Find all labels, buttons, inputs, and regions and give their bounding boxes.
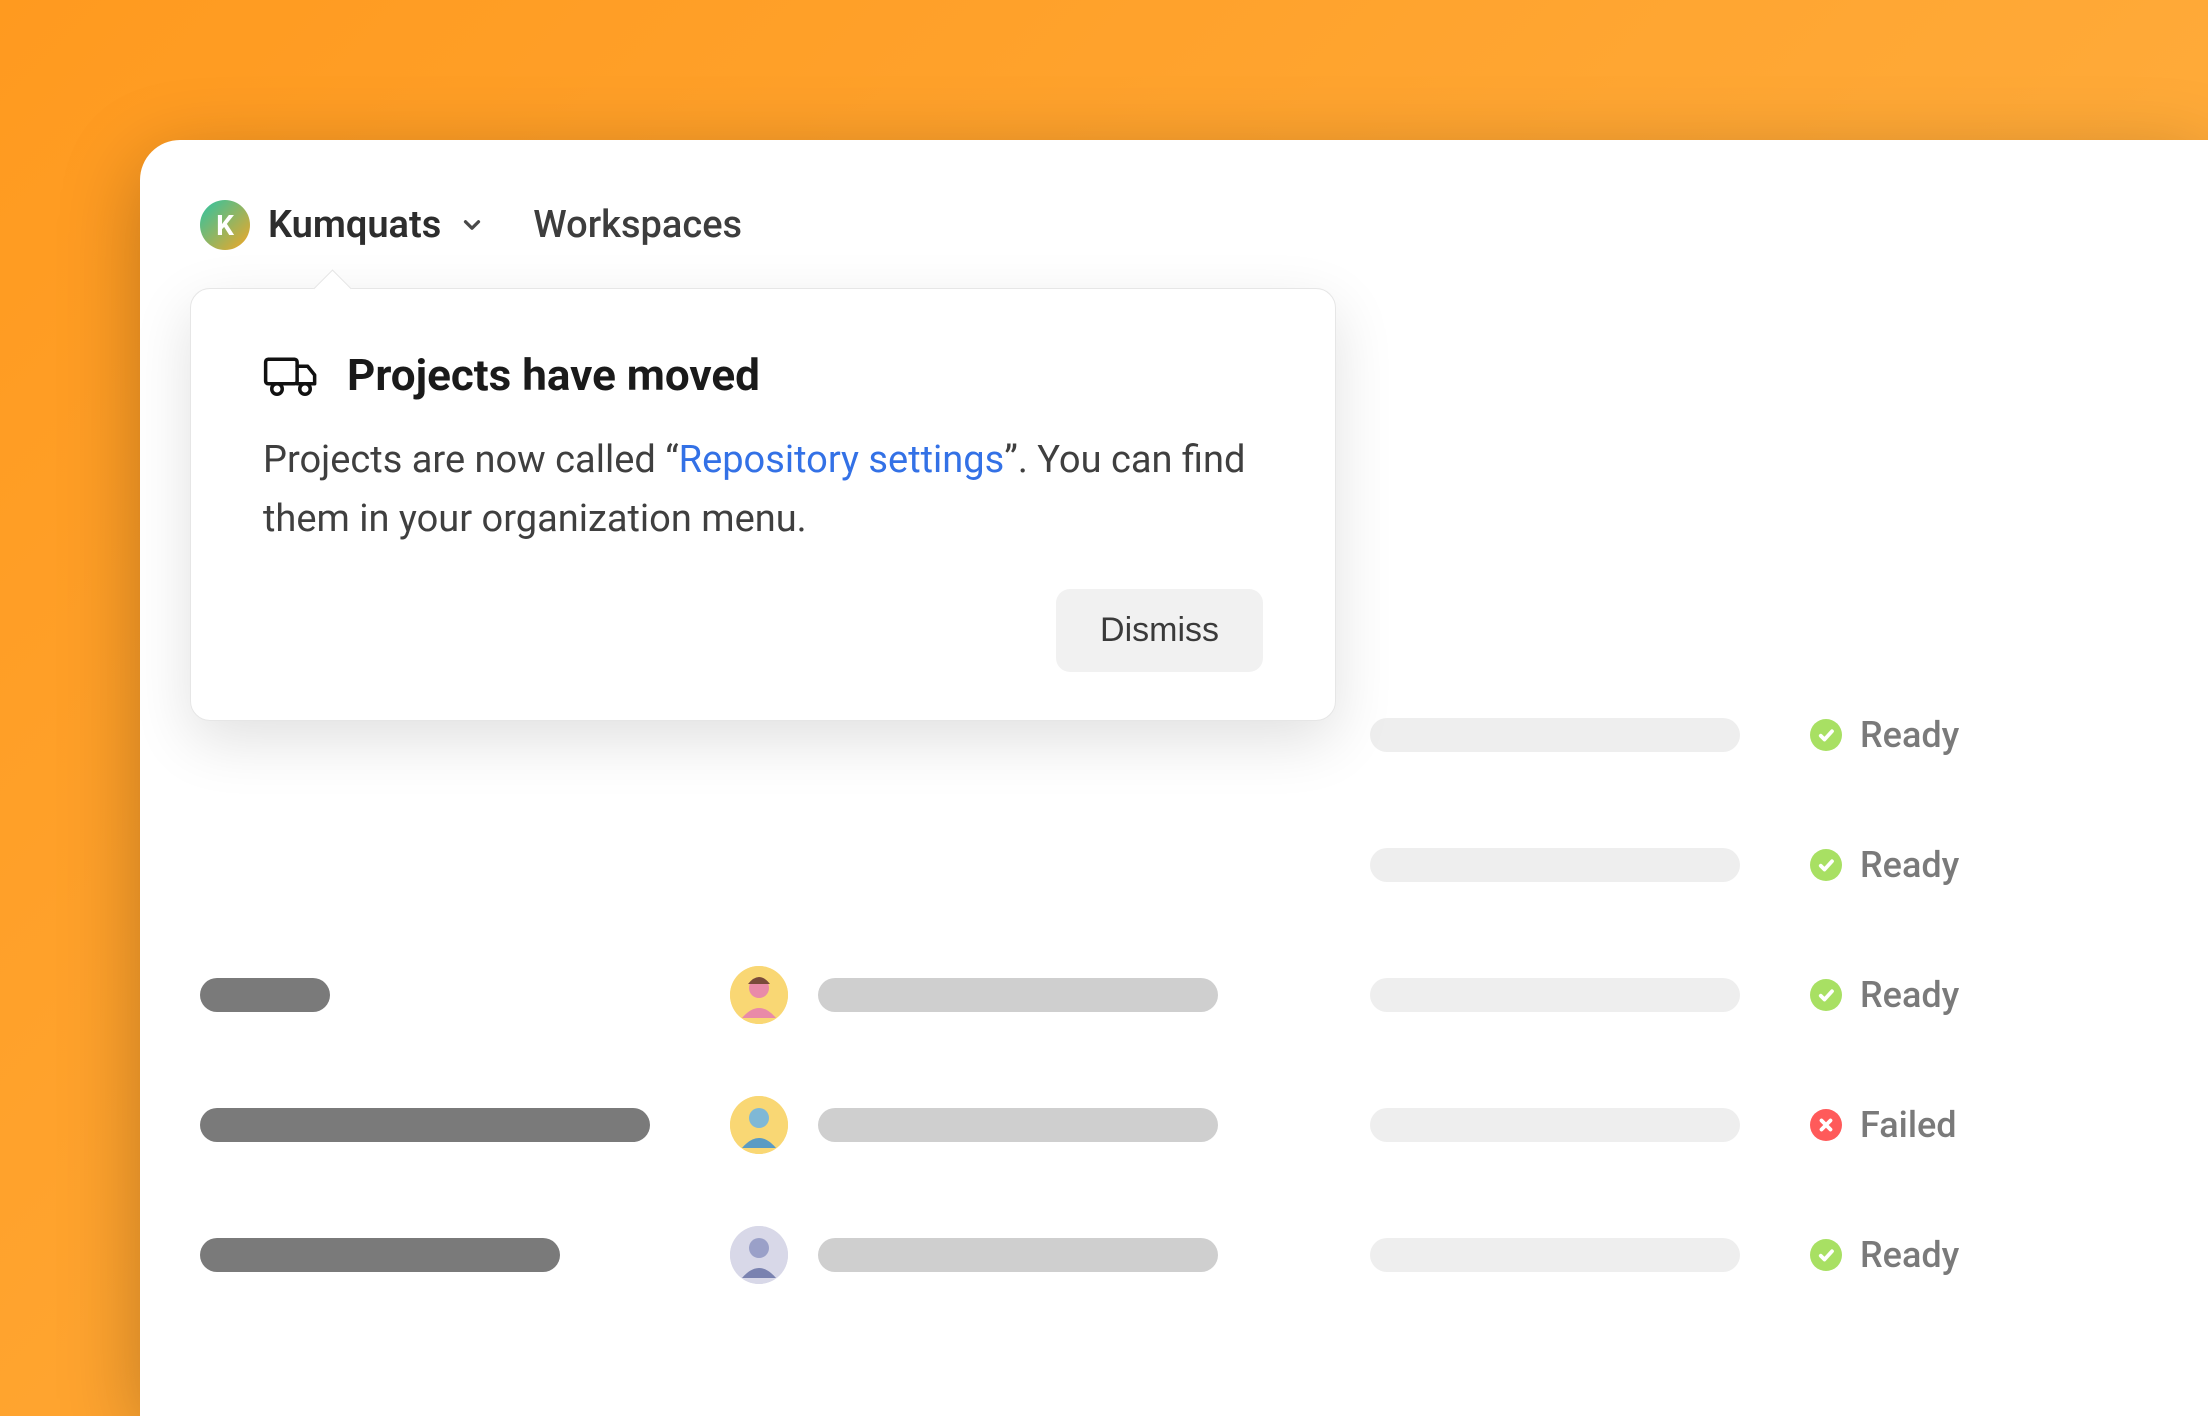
cell-name [200,1238,670,1272]
check-circle-icon [1810,1239,1842,1271]
cell-status: Ready [1810,974,1959,1016]
status-label: Ready [1860,974,1959,1016]
user-avatar [730,1096,788,1154]
user-avatar [730,1226,788,1284]
skeleton-bar [200,1108,650,1142]
user-avatar [730,966,788,1024]
top-bar: K Kumquats Workspaces Projects have move… [200,200,2148,250]
cell-meta [1370,978,1750,1012]
chevron-down-icon [459,212,485,238]
table-row: Failed [200,1060,2148,1190]
org-name-label: Kumquats [268,203,441,247]
status-label: Failed [1860,1104,1957,1146]
cell-status: Ready [1810,1234,1959,1276]
table-row: Ready [200,1190,2148,1320]
check-circle-icon [1810,719,1842,751]
repository-settings-link[interactable]: Repository settings [679,438,1005,482]
cell-user [730,1096,1310,1154]
table-row: Ready [200,930,2148,1060]
cell-meta [1370,848,1750,882]
skeleton-bar [200,1238,560,1272]
skeleton-bar [1370,848,1740,882]
cell-user [730,1226,1310,1284]
popover-body-prefix: Projects are now called “ [263,438,679,482]
popover-header: Projects have moved [263,349,1263,401]
skeleton-bar [1370,978,1740,1012]
skeleton-bar [818,1238,1218,1272]
org-avatar-initial: K [216,209,234,242]
nav-workspaces[interactable]: Workspaces [533,203,742,247]
status-label: Ready [1860,1234,1959,1276]
popover-body: Projects are now called “Repository sett… [263,431,1263,549]
cell-meta [1370,718,1750,752]
org-switcher[interactable]: K Kumquats [200,200,485,250]
cell-name [200,978,670,1012]
skeleton-bar [1370,1108,1740,1142]
cell-name [200,1108,670,1142]
popover-actions: Dismiss [263,589,1263,672]
truck-icon [263,352,319,398]
check-circle-icon [1810,849,1842,881]
skeleton-bar [1370,1238,1740,1272]
skeleton-bar [200,978,330,1012]
cell-status: Ready [1810,714,1959,756]
cell-meta [1370,1108,1750,1142]
org-avatar: K [200,200,250,250]
cell-user [730,966,1310,1024]
workspace-table: Ready Ready [200,670,2148,1320]
skeleton-bar [818,1108,1218,1142]
cell-meta [1370,1238,1750,1272]
status-label: Ready [1860,844,1959,886]
popover-title: Projects have moved [347,349,760,401]
skeleton-bar [818,978,1218,1012]
cell-status: Failed [1810,1104,1957,1146]
table-row: Ready [200,800,2148,930]
check-circle-icon [1810,979,1842,1011]
info-popover: Projects have moved Projects are now cal… [190,288,1336,721]
status-label: Ready [1860,714,1959,756]
app-window: K Kumquats Workspaces Projects have move… [140,140,2208,1416]
x-circle-icon [1810,1109,1842,1141]
skeleton-bar [1370,718,1740,752]
cell-status: Ready [1810,844,1959,886]
dismiss-button[interactable]: Dismiss [1056,589,1263,672]
